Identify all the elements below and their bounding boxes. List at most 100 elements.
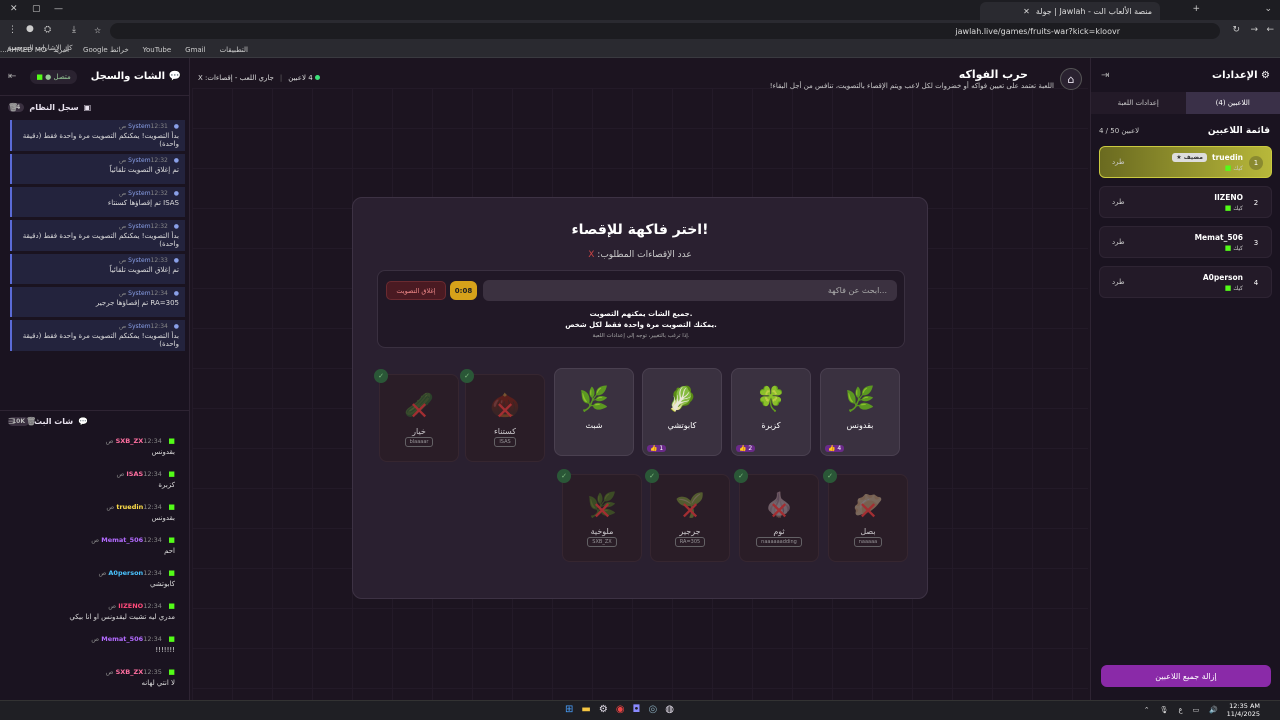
trash-icon[interactable]: 🗑	[8, 103, 18, 112]
system-icon: ●	[171, 323, 179, 330]
player-row[interactable]: 4 A0person ■ كيك طرد	[1099, 266, 1272, 298]
chat-username[interactable]: truedin	[116, 503, 143, 511]
fruit-search-input[interactable]: ابحث عن فاكهة...	[483, 280, 897, 301]
back-icon[interactable]: ←	[1266, 25, 1274, 35]
bookmark-apps[interactable]: التطبيقات	[220, 46, 248, 54]
file-explorer-icon[interactable]: ▬	[581, 704, 590, 715]
app-icon[interactable]: ◍	[665, 704, 674, 715]
chat-message: ■ Memat_50612:34 ص احم	[0, 533, 189, 566]
message-text: بدأ التصويت! يمكنكم التصويت مرة واحدة فق…	[22, 132, 179, 148]
tab-search-icon[interactable]: ⌄	[1264, 4, 1272, 14]
chat-username[interactable]: Memat_506	[101, 635, 143, 643]
kick-player-button[interactable]: طرد	[1112, 278, 1125, 286]
message-text: تم إغلاق التصويت تلقائياً	[109, 266, 179, 274]
forward-icon[interactable]: →	[1250, 25, 1258, 35]
chat-panel: ⇤ ■ ● متصل 💬 الشات والسجل ▣ سجل النظام 3…	[0, 58, 190, 700]
chat-username[interactable]: IIZENO	[118, 602, 143, 610]
extensions-icon[interactable]: ⛭	[44, 25, 51, 35]
tab-title: جولة | Jawlah - منصة الألعاب الت	[1035, 6, 1152, 16]
maximize-icon[interactable]: ▢	[32, 4, 41, 14]
system-icon: ●	[171, 223, 179, 230]
tab-close-icon[interactable]: ✕	[1023, 7, 1030, 16]
chat-username[interactable]: Memat_506	[101, 536, 143, 544]
collapse-panel-icon[interactable]: ⇤	[8, 71, 16, 82]
profile-avatar[interactable]: ●	[26, 24, 34, 34]
system-log-message: ● System12:32 ص ISAS تم إقصاؤها كسنتاء	[10, 187, 185, 217]
stream-chat-title: شات البث	[34, 417, 74, 426]
bookmark-star-icon[interactable]: ☆	[94, 26, 101, 35]
collapse-panel-icon[interactable]: ⇥	[1101, 70, 1109, 81]
clock[interactable]: 12:35 AM 11/4/2025	[1227, 702, 1260, 718]
chat-username[interactable]: SXB_ZX	[116, 668, 144, 676]
minimize-icon[interactable]: —	[54, 4, 63, 14]
stream-chat-list[interactable]: ■ SXB_ZX12:34 ص بقدونس ■ ISAS12:34 ص كزبرة ■…	[0, 432, 189, 698]
filter-icon[interactable]: ☰	[8, 417, 15, 426]
tray-chevron-icon[interactable]: ⌃	[1144, 706, 1150, 714]
browser-tab[interactable]: ✕ جولة | Jawlah - منصة الألعاب الت	[980, 2, 1160, 20]
fruit-card[interactable]: 🌿 شبث	[554, 368, 634, 456]
mic-icon[interactable]: 🎙	[1160, 706, 1169, 714]
system-log-list[interactable]: ● System12:31 ص بدأ التصويت! يمكنكم التصو…	[0, 118, 189, 390]
player-row[interactable]: 1 truedin ■ كيك طرد ★ مضيف	[1099, 146, 1272, 178]
chat-username[interactable]: SXB_ZX	[116, 437, 144, 445]
game-state: جاري اللعب - إقصاءات: X	[198, 74, 274, 82]
downloads-icon[interactable]: ⤓	[72, 25, 76, 35]
menu-icon[interactable]: ⋮	[8, 25, 17, 35]
player-row[interactable]: 2 IIZENO ■ كيك طرد	[1099, 186, 1272, 218]
tab-players[interactable]: اللاعبين (4)	[1185, 92, 1280, 114]
fruit-card[interactable]: 🥬 كابوتشي 👍 1	[642, 368, 722, 456]
kick-player-button[interactable]: طرد	[1112, 198, 1125, 206]
elimination-modal: اختر فاكهة للإقصاء! عدد الإقصاءات المطلو…	[352, 197, 928, 599]
close-vote-button[interactable]: إغلاق التصويت	[386, 281, 446, 300]
eliminated-x-icon: ✕	[494, 397, 516, 425]
new-tab-icon[interactable]: +	[1192, 4, 1200, 14]
lang-indicator[interactable]: ع	[1178, 706, 1182, 714]
network-icon[interactable]: ▭	[1193, 706, 1200, 714]
kick-icon: ■	[165, 668, 175, 676]
bookmark-gmail[interactable]: Gmail	[185, 46, 205, 54]
modal-subtitle: عدد الإقصاءات المطلوب: X	[588, 250, 692, 260]
steam-icon[interactable]: ◎	[648, 704, 657, 715]
player-platform: ■ كيك	[1224, 164, 1243, 172]
game-status: 4 لاعبين | جاري اللعب - إقصاءات: X	[198, 74, 320, 82]
reload-icon[interactable]: ↻	[1232, 25, 1240, 35]
discord-icon[interactable]: ◘	[633, 704, 641, 715]
close-window-icon[interactable]: ✕	[10, 4, 18, 14]
system-log-message: ● System12:33 ص تم إغلاق التصويت تلقائياً	[10, 254, 185, 284]
vote-box: إغلاق التصويت 0:08 ابحث عن فاكهة... جميع…	[377, 270, 905, 348]
player-row[interactable]: 3 Memat_506 ■ كيك طرد	[1099, 226, 1272, 258]
home-button[interactable]: ⌂	[1060, 68, 1082, 90]
start-icon[interactable]: ⊞	[565, 704, 573, 715]
remove-all-players-button[interactable]: إزالة جميع اللاعبين	[1101, 665, 1271, 687]
address-bar-row: ⋮ ● ⛭ ⤓ ☆ jawlah.live/games/fruits-war?k…	[0, 20, 1280, 42]
app-root: ⇤ ■ ● متصل 💬 الشات والسجل ▣ سجل النظام 3…	[0, 58, 1280, 700]
settings-header: ⇥ الإعدادات ⚙	[1091, 58, 1280, 92]
stream-chat-header: 💬 شات البث 10K 🗑 ☰	[0, 410, 189, 432]
chat-username[interactable]: A0person	[108, 569, 143, 577]
bookmark-youtube[interactable]: YouTube	[143, 46, 171, 54]
message-text: تم إغلاق التصويت تلقائياً	[109, 166, 179, 174]
kick-player-button[interactable]: طرد	[1112, 238, 1125, 246]
chat-username[interactable]: ISAS	[126, 470, 143, 478]
sender: System	[128, 323, 151, 330]
kick-player-button[interactable]: طرد	[1112, 158, 1125, 166]
all-bookmarks[interactable]: كل الإشارات المرجعية	[8, 44, 73, 52]
url-text: jawlah.live/games/fruits-war?kick=kloovr	[955, 26, 1120, 36]
trash-icon[interactable]: 🗑	[26, 417, 36, 426]
url-bar[interactable]: ☆ jawlah.live/games/fruits-war?kick=kloo…	[94, 23, 1220, 39]
player-rank: 2	[1253, 199, 1259, 207]
bookmark-maps[interactable]: خرائط Google	[83, 46, 129, 54]
player-list-header: 4 / 50 لاعبين قائمة اللاعبين	[1091, 114, 1280, 142]
chat-message: ■ IIZENO12:34 ص مدري ليه تشيت ليقدونس او …	[0, 599, 189, 632]
fruit-icon: 🍀	[756, 385, 786, 413]
chat-message: ■ A0person12:34 ص كابوتشي	[0, 566, 189, 599]
chrome-icon[interactable]: ◉	[616, 704, 625, 715]
fruit-card[interactable]: 🍀 كزبرة 👍 2	[731, 368, 811, 456]
settings-icon[interactable]: ⚙	[599, 704, 608, 715]
chat-text: كابوتشي	[149, 580, 175, 588]
tab-game-settings[interactable]: إعدادات اللعبة	[1091, 92, 1186, 114]
check-icon: ✓	[374, 369, 388, 383]
eliminated-fruit-card: 🧄 ثوم ✕ naaaaaadding ✓	[734, 469, 819, 562]
volume-icon[interactable]: 🔊	[1209, 706, 1218, 714]
fruit-card[interactable]: 🌿 بقدونس 👍 4	[820, 368, 900, 456]
